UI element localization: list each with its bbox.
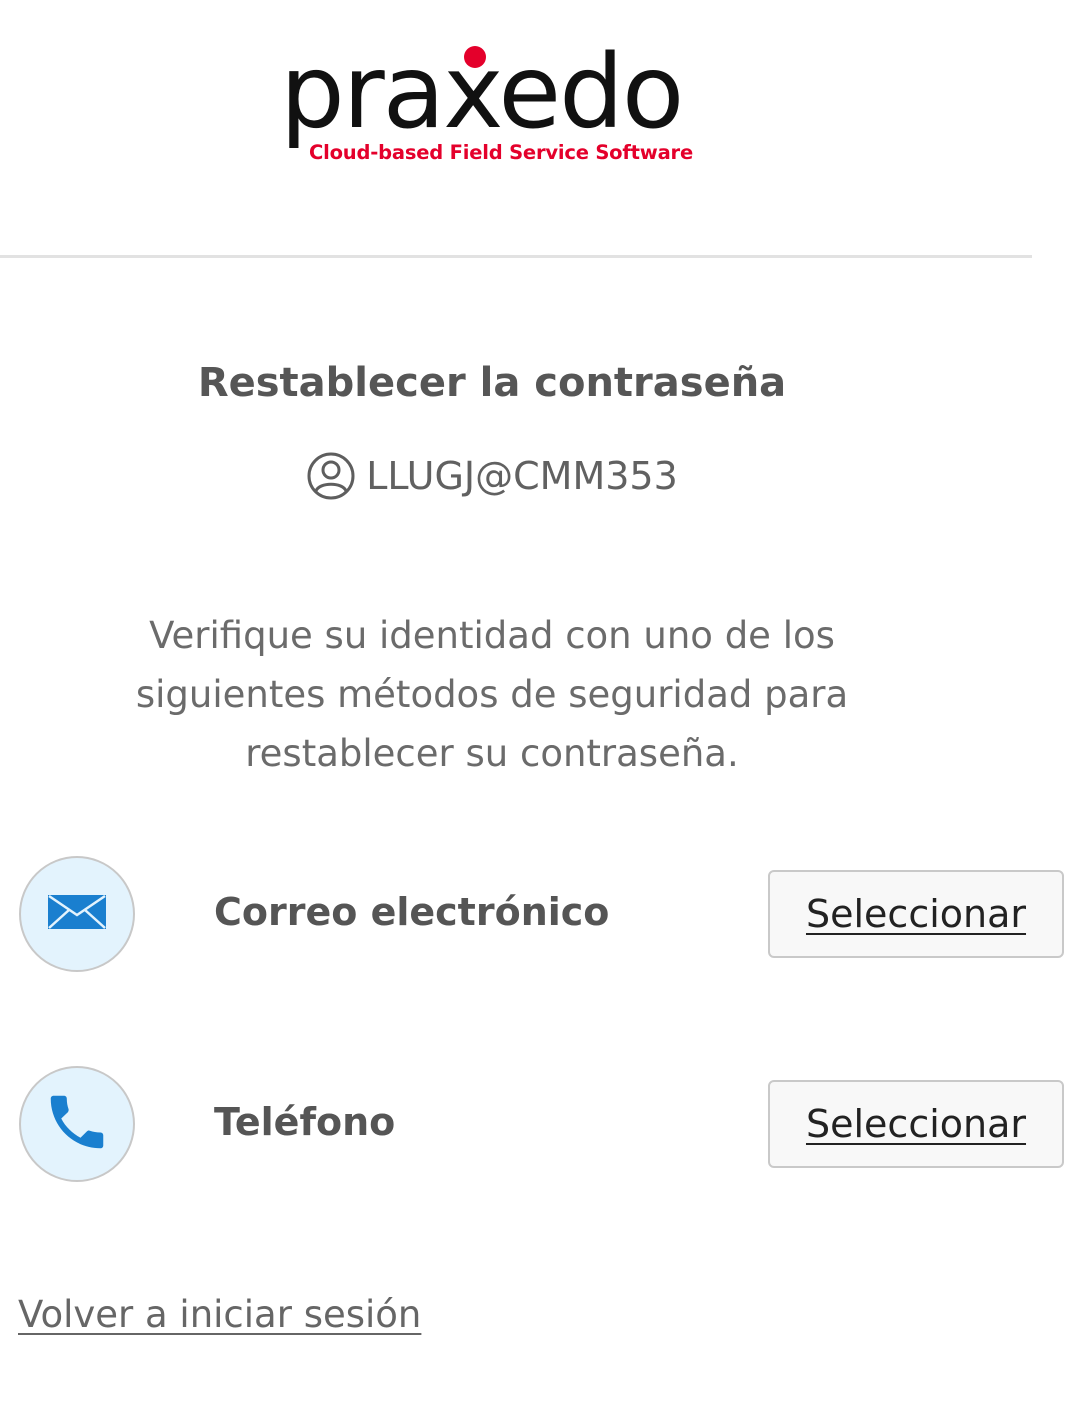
- praxedo-logo: praxedo Cloud-based Field Service Softwa…: [280, 38, 710, 168]
- user-id: LLUGJ@CMM353: [366, 454, 678, 498]
- user-identity: LLUGJ@CMM353: [0, 450, 984, 502]
- back-to-login-link[interactable]: Volver a iniciar sesión: [18, 1290, 421, 1340]
- page-title: Restablecer la contraseña: [197, 360, 787, 406]
- user-circle-icon: [306, 451, 356, 501]
- select-email-button[interactable]: Seleccionar: [768, 870, 1064, 958]
- select-phone-button[interactable]: Seleccionar: [768, 1080, 1064, 1168]
- phone-method-icon-circle: [19, 1066, 135, 1182]
- logo-dot: [464, 46, 486, 68]
- instructions-text: Verifique su identidad con uno de los si…: [135, 614, 849, 775]
- phone-method-label: Teléfono: [214, 1100, 396, 1144]
- logo-tagline: Cloud-based Field Service Software: [309, 141, 693, 164]
- envelope-icon: [47, 894, 107, 934]
- phone-icon: [42, 1087, 112, 1161]
- header-divider: [0, 255, 1032, 258]
- email-method-icon-circle: [19, 856, 135, 972]
- email-method-label: Correo electrónico: [214, 890, 610, 934]
